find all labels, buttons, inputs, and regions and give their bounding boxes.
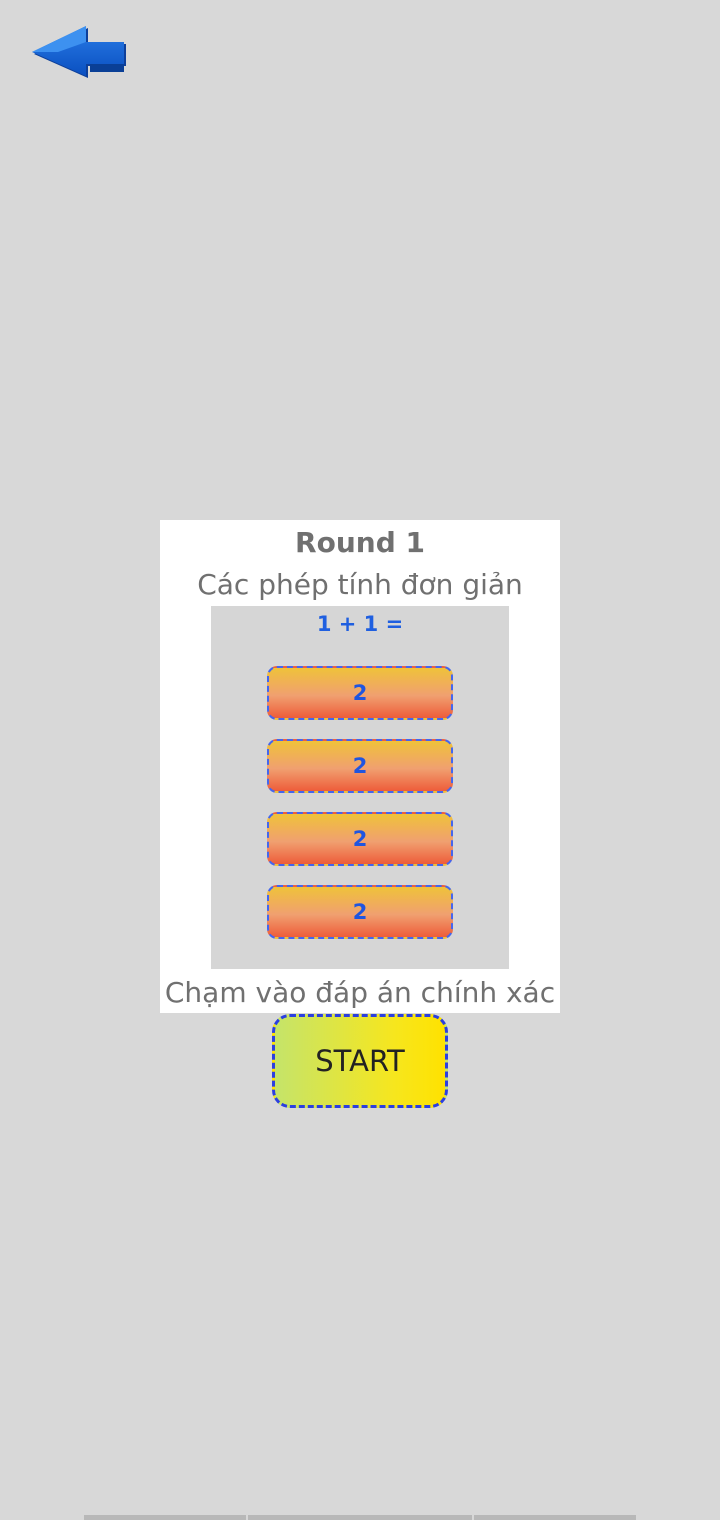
example-preview: 1 + 1 = 2 2 2 2 [211, 606, 509, 969]
instruction-text: Chạm vào đáp án chính xác [164, 976, 556, 1009]
start-button[interactable]: START [272, 1014, 448, 1108]
round-card: Round 1 Các phép tính đơn giản 1 + 1 = 2… [160, 520, 560, 1013]
round-title: Round 1 [295, 526, 425, 559]
round-subtitle: Các phép tính đơn giản [197, 568, 523, 601]
preview-answer-option: 2 [267, 666, 453, 720]
back-button[interactable] [28, 22, 132, 88]
back-arrow-icon [28, 22, 132, 88]
preview-answer-option: 2 [267, 885, 453, 939]
preview-answer-option: 2 [267, 739, 453, 793]
nav-bar-segment [248, 1515, 472, 1520]
nav-bar-segment [474, 1515, 636, 1520]
nav-bar-segment [84, 1515, 246, 1520]
preview-answer-option: 2 [267, 812, 453, 866]
preview-question: 1 + 1 = [316, 612, 404, 636]
